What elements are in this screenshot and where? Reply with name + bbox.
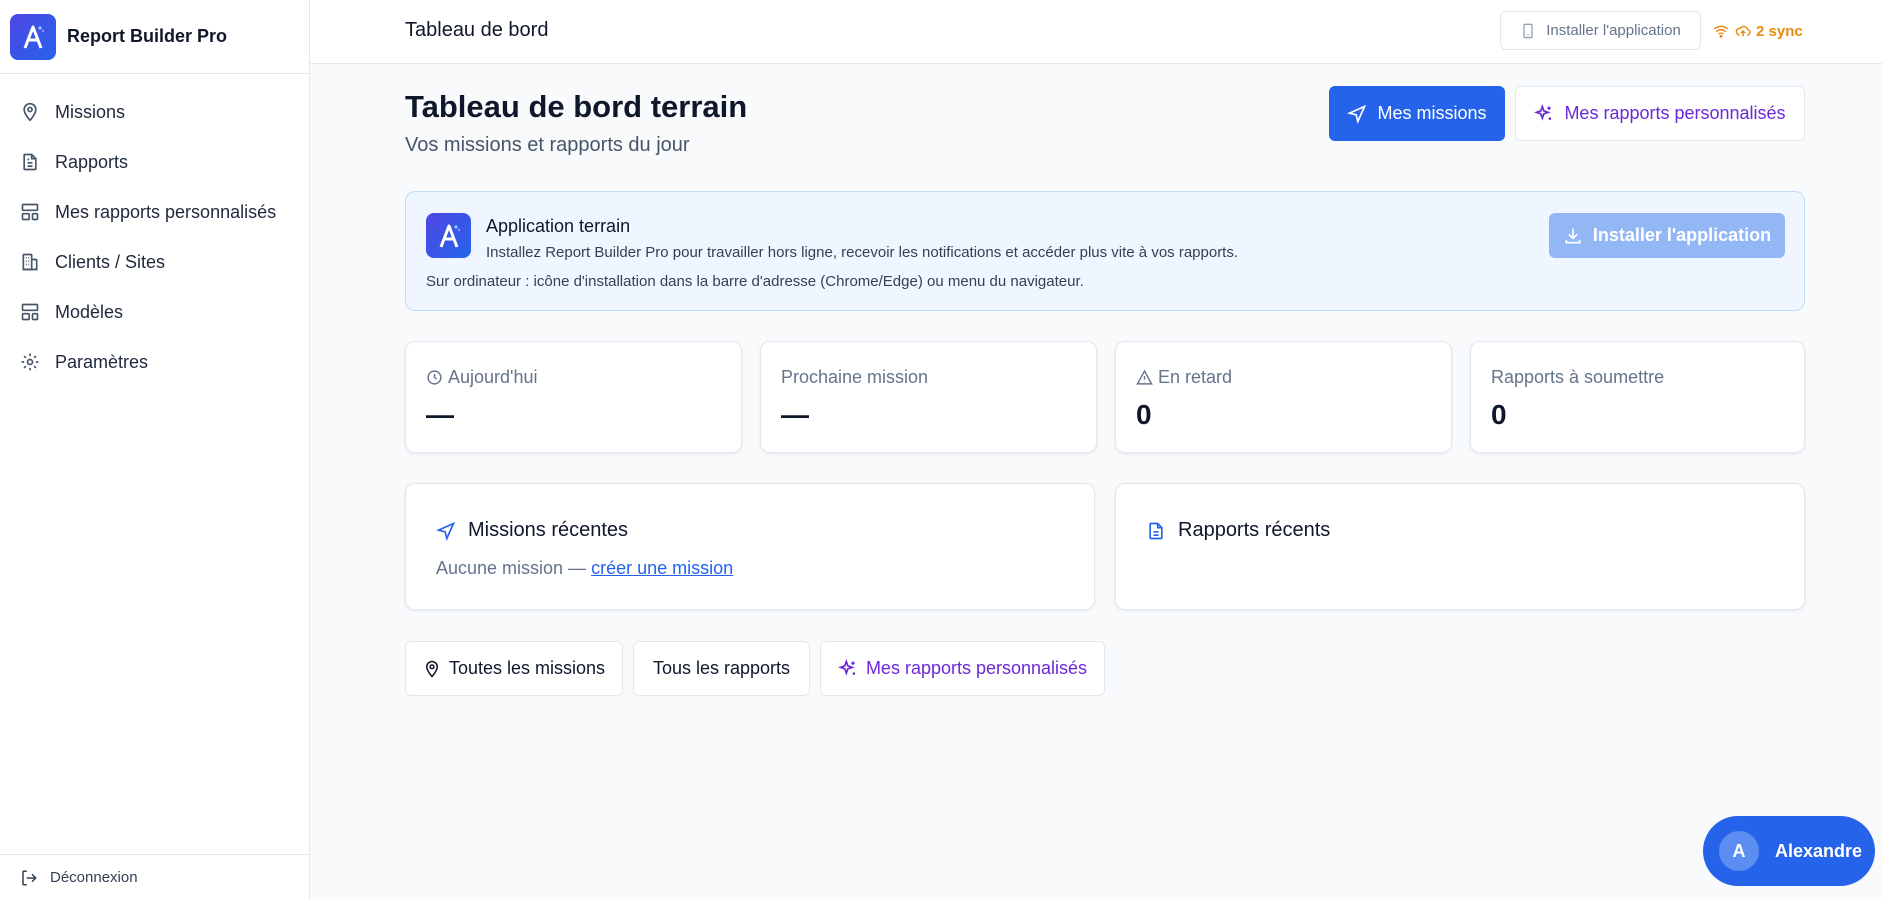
- sidebar-nav: Missions Rapports Mes rapports personnal…: [0, 74, 309, 387]
- stat-value: 0: [1491, 399, 1507, 430]
- stat-label: Aujourd'hui: [448, 367, 538, 387]
- sidebar-item-label: Clients / Sites: [55, 251, 166, 272]
- app-name: Report Builder Pro: [67, 26, 228, 46]
- logout-button[interactable]: Déconnexion: [0, 854, 309, 900]
- quick-custom-reports-button[interactable]: Mes rapports personnalisés: [820, 641, 1105, 696]
- template-icon: [20, 302, 40, 322]
- map-pin-icon: [20, 102, 40, 122]
- banner-title: Application terrain: [486, 216, 631, 236]
- all-reports-button[interactable]: Tous les rapports: [633, 641, 810, 696]
- recent-missions-empty: Aucune mission — créer une mission: [436, 558, 733, 579]
- logout-icon: [20, 869, 38, 887]
- custom-reports-button[interactable]: Mes rapports personnalisés: [1515, 86, 1805, 141]
- quick-custom-reports-label: Mes rapports personnalisés: [865, 658, 1088, 678]
- banner-app-logo: [426, 213, 471, 258]
- stat-card-reports-to-submit: Rapports à soumettre 0: [1470, 341, 1805, 453]
- header-title: Tableau de bord: [405, 19, 549, 41]
- building-icon: [20, 252, 40, 272]
- warning-icon: [1136, 369, 1153, 386]
- create-mission-link[interactable]: créer une mission: [591, 558, 733, 578]
- install-app-header-button[interactable]: Installer l'application: [1500, 11, 1701, 50]
- stat-value: 0: [1136, 399, 1152, 430]
- sidebar-item-label: Paramètres: [55, 351, 149, 372]
- sparkles-icon: [837, 658, 858, 679]
- stat-card-late: En retard 0: [1115, 341, 1452, 453]
- sidebar-item-clients-sites[interactable]: Clients / Sites: [0, 237, 309, 287]
- install-app-button[interactable]: Installer l'application: [1549, 213, 1785, 258]
- navigation-icon: [436, 521, 456, 541]
- sidebar-item-parametres[interactable]: Paramètres: [0, 337, 309, 387]
- map-pin-icon: [423, 660, 441, 678]
- stat-card-next-mission: Prochaine mission —: [760, 341, 1097, 453]
- navigation-icon: [1347, 104, 1367, 124]
- stat-label: Rapports à soumettre: [1491, 367, 1665, 387]
- download-icon: [1563, 226, 1583, 246]
- all-reports-label: Tous les rapports: [652, 658, 791, 678]
- sparkles-icon: [1534, 103, 1554, 124]
- page-title: Tableau de bord terrain: [405, 89, 748, 124]
- all-missions-button[interactable]: Toutes les missions: [405, 641, 623, 696]
- stat-label-row: Aujourd'hui: [426, 367, 538, 388]
- stat-label-row: En retard: [1136, 367, 1232, 388]
- sidebar-item-label: Rapports: [55, 151, 129, 172]
- smartphone-icon: [1520, 22, 1536, 40]
- user-name: Alexandre: [1775, 840, 1863, 861]
- stat-label-row: Rapports à soumettre: [1491, 367, 1664, 388]
- page-subtitle: Vos missions et rapports du jour: [405, 134, 690, 156]
- layout-icon: [20, 202, 40, 222]
- sidebar-item-rapports[interactable]: Rapports: [0, 137, 309, 187]
- sidebar-item-label: Mes rapports personnalisés: [55, 201, 277, 222]
- stat-value: —: [426, 399, 454, 430]
- sidebar-item-label: Missions: [55, 101, 126, 122]
- my-missions-button[interactable]: Mes missions: [1329, 86, 1505, 141]
- sidebar-item-modeles[interactable]: Modèles: [0, 287, 309, 337]
- my-missions-label: Mes missions: [1377, 103, 1487, 123]
- user-menu-button[interactable]: A Alexandre: [1703, 816, 1875, 886]
- recent-reports-panel: Rapports récents: [1115, 483, 1805, 610]
- wifi-icon: [1712, 23, 1730, 39]
- avatar: A: [1719, 831, 1759, 871]
- stat-label: En retard: [1158, 367, 1233, 387]
- install-app-button-label: Installer l'application: [1592, 225, 1772, 245]
- banner-hint: Sur ordinateur : icône d'installation da…: [426, 273, 1084, 290]
- file-text-icon: [1146, 521, 1166, 541]
- stat-label-row: Prochaine mission: [781, 367, 928, 388]
- install-app-label: Installer l'application: [1546, 22, 1681, 39]
- custom-reports-label: Mes rapports personnalisés: [1564, 103, 1786, 123]
- all-missions-label: Toutes les missions: [448, 658, 606, 678]
- sidebar: Report Builder Pro Missions Rapports Mes…: [0, 0, 310, 900]
- cloud-upload-icon: [1734, 23, 1752, 39]
- stat-value: —: [781, 399, 809, 430]
- recent-reports-title-row: Rapports récents: [1146, 519, 1330, 542]
- logout-label: Déconnexion: [50, 869, 138, 886]
- stat-label: Prochaine mission: [781, 367, 929, 387]
- sidebar-item-missions[interactable]: Missions: [0, 87, 309, 137]
- recent-missions-title-row: Missions récentes: [436, 519, 628, 542]
- recent-missions-panel: Missions récentes Aucune mission — créer…: [405, 483, 1095, 610]
- file-text-icon: [20, 152, 40, 172]
- empty-text: Aucune mission —: [436, 558, 592, 578]
- top-header: Tableau de bord Installer l'application …: [310, 0, 1882, 64]
- stat-card-today: Aujourd'hui —: [405, 341, 742, 453]
- banner-description: Installez Report Builder Pro pour travai…: [486, 244, 1239, 261]
- recent-reports-title: Rapports récents: [1178, 519, 1331, 541]
- recent-missions-title: Missions récentes: [468, 519, 629, 541]
- sync-count: 2 sync: [1756, 22, 1803, 40]
- app-logo: [10, 13, 56, 60]
- gear-icon: [20, 352, 40, 372]
- sync-status[interactable]: 2 sync: [1712, 20, 1803, 42]
- install-banner: Application terrain Installez Report Bui…: [405, 191, 1805, 311]
- sidebar-item-label: Modèles: [55, 301, 124, 322]
- sidebar-item-custom-reports[interactable]: Mes rapports personnalisés: [0, 187, 309, 237]
- clock-icon: [426, 369, 443, 386]
- brand[interactable]: Report Builder Pro: [0, 0, 309, 74]
